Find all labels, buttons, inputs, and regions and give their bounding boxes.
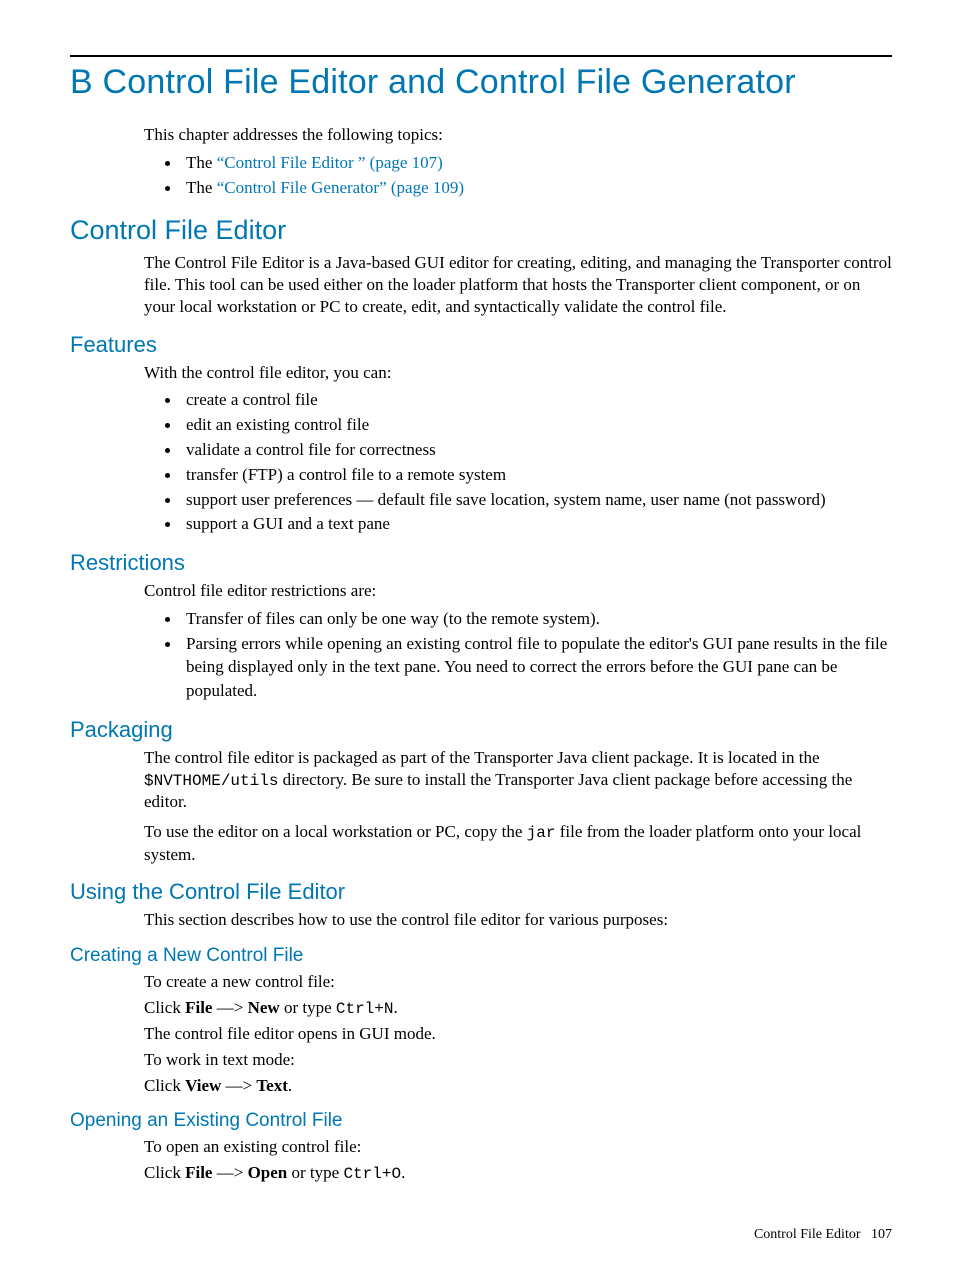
packaging-p2: To use the editor on a local workstation… [144, 821, 892, 865]
subsub-creating: Creating a New Control File [70, 945, 892, 967]
features-lead: With the control file editor, you can: [144, 362, 892, 384]
menu-text: Text [256, 1076, 288, 1095]
creating-body: To create a new control file: Click File… [144, 971, 892, 1096]
subsection-restrictions: Restrictions [70, 550, 892, 576]
packaging-p1: The control file editor is packaged as p… [144, 747, 892, 813]
shortcut-ctrl-n: Ctrl+N [336, 1000, 394, 1018]
cfe-para: The Control File Editor is a Java-based … [144, 252, 892, 317]
creating-l5: Click View —> Text. [144, 1075, 892, 1097]
using-body: This section describes how to use the co… [144, 909, 892, 931]
creating-l4: To work in text mode: [144, 1049, 892, 1071]
list-item: Parsing errors while opening an existing… [182, 631, 892, 703]
list-item: create a control file [182, 387, 892, 412]
opening-l2: Click File —> Open or type Ctrl+O. [144, 1162, 892, 1184]
menu-open: Open [248, 1163, 288, 1182]
menu-file: File [185, 998, 212, 1017]
restrictions-list: Transfer of files can only be one way (t… [144, 606, 892, 703]
footer-label: Control File Editor [754, 1227, 861, 1242]
intro-lead: This chapter addresses the following top… [144, 124, 892, 146]
restrictions-lead: Control file editor restrictions are: [144, 580, 892, 602]
section-control-file-editor: Control File Editor [70, 215, 892, 246]
code-jar: jar [527, 824, 556, 842]
menu-file: File [185, 1163, 212, 1182]
creating-l3: The control file editor opens in GUI mod… [144, 1023, 892, 1045]
link-cfe[interactable]: “Control File Editor ” (page 107) [217, 153, 443, 172]
menu-view: View [185, 1076, 221, 1095]
list-item: transfer (FTP) a control file to a remot… [182, 462, 892, 487]
page: B Control File Editor and Control File G… [0, 0, 954, 1271]
list-item: validate a control file for correctness [182, 437, 892, 462]
subsection-using: Using the Control File Editor [70, 879, 892, 905]
subsection-packaging: Packaging [70, 717, 892, 743]
page-title: B Control File Editor and Control File G… [70, 63, 892, 102]
subsub-opening: Opening an Existing Control File [70, 1110, 892, 1132]
intro-item: The “Control File Editor ” (page 107) [182, 150, 892, 175]
intro-list: The “Control File Editor ” (page 107) Th… [144, 150, 892, 200]
creating-l2: Click File —> New or type Ctrl+N. [144, 997, 892, 1019]
list-item: edit an existing control file [182, 412, 892, 437]
packaging-body: The control file editor is packaged as p… [144, 747, 892, 865]
page-footer: Control File Editor 107 [754, 1227, 892, 1243]
features-body: With the control file editor, you can: c… [144, 362, 892, 537]
top-rule [70, 55, 892, 57]
link-cfg[interactable]: “Control File Generator” (page 109) [217, 178, 464, 197]
using-para: This section describes how to use the co… [144, 909, 892, 931]
list-item: support a GUI and a text pane [182, 511, 892, 536]
footer-page-number: 107 [871, 1227, 892, 1242]
subsection-features: Features [70, 332, 892, 358]
intro-block: This chapter addresses the following top… [144, 124, 892, 199]
creating-l1: To create a new control file: [144, 971, 892, 993]
list-item: support user preferences — default file … [182, 487, 892, 512]
opening-l1: To open an existing control file: [144, 1136, 892, 1158]
menu-new: New [248, 998, 280, 1017]
restrictions-body: Control file editor restrictions are: Tr… [144, 580, 892, 703]
features-list: create a control file edit an existing c… [144, 387, 892, 536]
intro-item: The “Control File Generator” (page 109) [182, 175, 892, 200]
code-nvthome: $NVTHOME/utils [144, 772, 278, 790]
list-item: Transfer of files can only be one way (t… [182, 606, 892, 631]
opening-body: To open an existing control file: Click … [144, 1136, 892, 1184]
shortcut-ctrl-o: Ctrl+O [343, 1165, 401, 1183]
cfe-body: The Control File Editor is a Java-based … [144, 252, 892, 317]
